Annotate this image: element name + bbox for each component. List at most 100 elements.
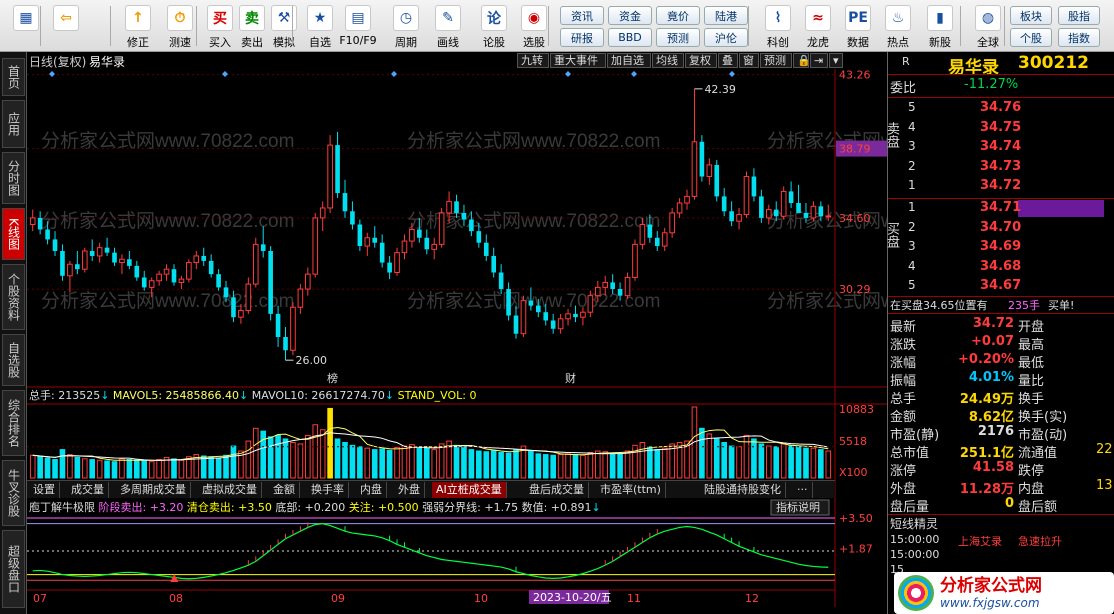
toolbar-small-button[interactable]: 个股 (1010, 28, 1052, 47)
toolbar-revise-button[interactable]: ↑ 修正 (118, 2, 158, 50)
candle (557, 313, 564, 334)
select-icon: ◉ (521, 5, 547, 31)
bid-price[interactable]: 34.71 (980, 200, 1021, 215)
function-tab[interactable]: AI立桩成交量 (432, 482, 507, 498)
function-tab[interactable]: 虚拟成交量 (198, 482, 262, 498)
toolbar-news-button[interactable]: ▮ 新股 (920, 2, 960, 50)
sell-icon: 卖 (239, 5, 265, 31)
elf-stock[interactable]: 上海艾录 (958, 533, 1002, 549)
indicator-header-part: 底部: +0.200 (275, 500, 348, 514)
left-tab-4[interactable]: 个股资料 (2, 264, 25, 330)
event-marker[interactable] (222, 71, 228, 77)
toolbar-sim-button[interactable]: ⚒ 模拟 (264, 2, 304, 50)
candle (335, 131, 340, 199)
toolbar-small-button[interactable]: 股指 (1058, 6, 1100, 25)
toolbar-test-button[interactable]: ⏱ 测速 (160, 2, 200, 50)
toolbar-small-button[interactable]: 预测 (656, 28, 700, 47)
left-tab-5[interactable]: 自选股 (2, 334, 25, 386)
function-tab[interactable]: ··· (793, 482, 813, 498)
event-marker[interactable] (565, 71, 571, 77)
left-tab-8[interactable]: 超级盘口 (2, 530, 25, 608)
volume-bar (706, 433, 713, 479)
function-tab[interactable]: 陆股通持股变化 (700, 482, 786, 498)
toolbar-small-button[interactable]: 研报 (560, 28, 604, 47)
candle (327, 135, 333, 213)
toolbar-f10-button[interactable]: ▤ F10/F9 (338, 2, 378, 50)
function-tab[interactable]: 金额 (269, 482, 300, 498)
left-tab-2[interactable]: 分时图 (2, 152, 25, 204)
volume-bar (773, 446, 780, 479)
ask-price[interactable]: 34.73 (980, 159, 1021, 174)
toolbar-global-button[interactable]: ◍ 全球 (968, 2, 1008, 50)
toolbar-small-button[interactable]: 板块 (1010, 6, 1052, 25)
event-marker[interactable] (631, 71, 637, 77)
left-tab-6[interactable]: 综合排名 (2, 390, 25, 456)
function-tab[interactable]: 内盘 (356, 482, 387, 498)
function-tab[interactable]: 市盈率(ttm) (596, 482, 666, 498)
bid-price[interactable]: 34.67 (980, 278, 1021, 293)
bid-price[interactable]: 34.68 (980, 259, 1021, 274)
volume-bar (371, 449, 378, 479)
function-tab[interactable]: 多周期成交量 (116, 482, 191, 498)
toolbar-small-button[interactable]: 沪伦 (704, 28, 748, 47)
volume-bar (29, 454, 36, 479)
function-tab[interactable]: 设置 (29, 482, 60, 498)
bang-event-label[interactable]: 榜 (327, 371, 338, 385)
toolbar-stock-button[interactable]: 论论股 (474, 2, 514, 50)
candle (491, 247, 497, 278)
ask-price[interactable]: 34.75 (980, 120, 1021, 135)
toolbar-layout-button[interactable]: ▦ (8, 2, 44, 50)
event-marker[interactable] (729, 71, 735, 77)
toolbar-small-button[interactable]: 陆港 (704, 6, 748, 25)
toolbar-draw-button[interactable]: ✎ 画线 (428, 2, 468, 50)
event-marker[interactable] (391, 71, 397, 77)
kline-chart-area[interactable]: 日线(复权) 易华录 九转 重大事件 加自选 均线 复权叠窗预测 🔒 ⇥ ▾ 分析家公式网ww… (27, 52, 887, 614)
toolbar-hot-button[interactable]: ♨ 热点 (878, 2, 918, 50)
candle (387, 255, 392, 280)
candle (156, 270, 162, 286)
ask-level: 3 (908, 139, 916, 153)
function-tab[interactable]: 外盘 (394, 482, 425, 498)
bid-price[interactable]: 34.70 (980, 220, 1021, 235)
toolbar-period-button[interactable]: ◷ 周期 (386, 2, 426, 50)
left-tab-3[interactable]: K线图 (2, 208, 25, 260)
toolbar-small-button[interactable]: BBD (608, 28, 652, 47)
candle (759, 189, 764, 223)
candle (736, 207, 742, 230)
left-tab-1[interactable]: 应用 (2, 100, 25, 148)
candle (357, 219, 363, 251)
function-tab[interactable]: 成交量 (67, 482, 109, 498)
event-marker[interactable] (49, 71, 55, 77)
elf-title[interactable]: 短线精灵 (890, 515, 938, 532)
cai-event-label[interactable]: 财 (565, 371, 576, 385)
candle (669, 207, 675, 238)
ask-price[interactable]: 34.74 (980, 139, 1021, 154)
volume-bar (394, 446, 400, 479)
volume-bar (230, 445, 237, 479)
toolbar-longhu-button[interactable]: ≈ 龙虎 (798, 2, 838, 50)
main-toolbar: ▦ ⇦ ↑ 修正 ⏱ 测速 买买入卖卖出 ⚒ 模拟 ★ 自选 ▤ F10/F9 ◷ 周期 ✎ 画线 论论股 ◉ 选股 ⌇… (0, 0, 1114, 52)
bid-price[interactable]: 34.69 (980, 239, 1021, 254)
toolbar-kechuang-label: 科创 (767, 36, 789, 49)
toolbar-data-button[interactable]: PE 数据 (838, 2, 878, 50)
ask-price[interactable]: 34.76 (980, 100, 1021, 115)
toolbar-small-button[interactable]: 指数 (1058, 28, 1100, 47)
toolbar-back-button[interactable]: ⇦ (48, 2, 84, 50)
toolbar-small-button[interactable]: 资讯 (560, 6, 604, 25)
stat-value: 4.01% (968, 370, 1014, 385)
candle (364, 232, 371, 256)
left-tab-7[interactable]: 牛叉诊股 (2, 460, 25, 526)
chart-svg[interactable]: 分析家公式网www.70822.com 分析家公式网www.70822.com 分析… (27, 52, 887, 614)
function-tab[interactable]: 换手率 (307, 482, 349, 498)
toolbar-small-button[interactable]: 资金 (608, 6, 652, 25)
function-tab[interactable]: 盘后成交量 (525, 482, 589, 498)
volume-header: 总手: 213525↓ MAVOL5: 25485866.40↓ MAVOL10… (29, 388, 477, 402)
left-tab-0[interactable]: 首页 (2, 58, 25, 96)
volume-header-part: STAND_VOL: 0 (398, 389, 477, 402)
toolbar-kechuang-button[interactable]: ⌇ 科创 (758, 2, 798, 50)
toolbar-self-button[interactable]: ★ 自选 (300, 2, 340, 50)
longhu-icon: ≈ (805, 5, 831, 31)
volume-bar (565, 453, 571, 479)
ask-price[interactable]: 34.72 (980, 178, 1021, 193)
toolbar-small-button[interactable]: 竟价 (656, 6, 700, 25)
